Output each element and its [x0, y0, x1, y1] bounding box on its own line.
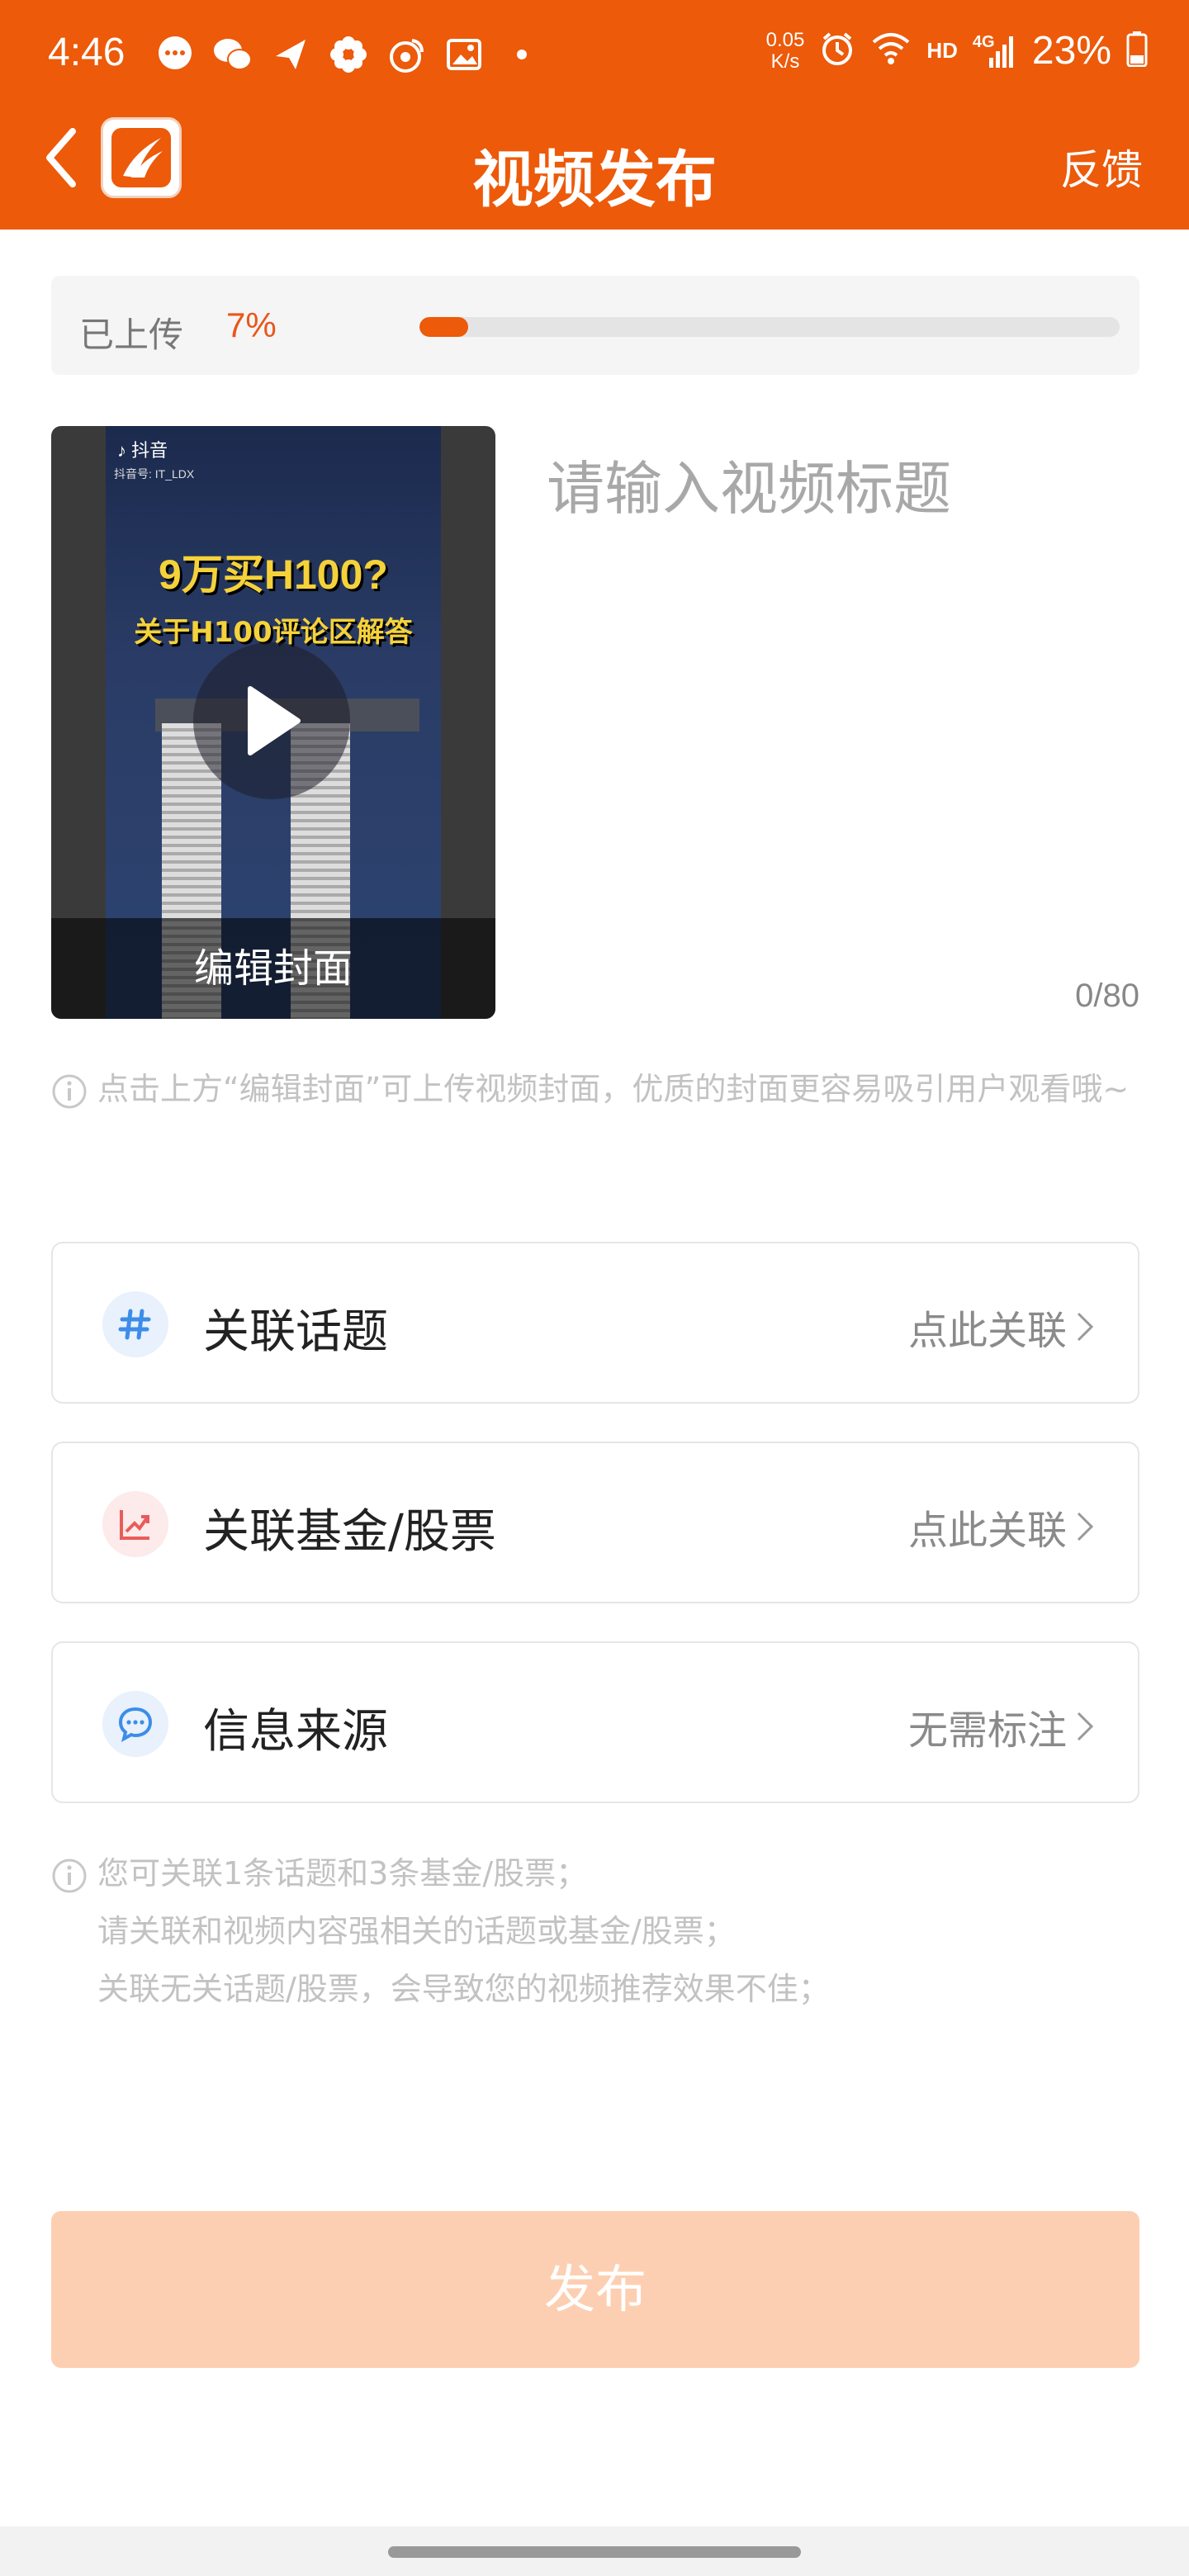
chat-bubble-icon: [102, 1691, 168, 1757]
message-icon: [154, 33, 197, 76]
notification-icons: [154, 33, 543, 76]
play-button[interactable]: [193, 642, 350, 799]
page-title: 视频发布: [472, 144, 717, 215]
cover-tip: 点击上方“编辑封面”可上传视频封面，优质的封面更容易吸引用户观看哦~: [51, 1060, 1166, 1118]
battery-icon: [1126, 31, 1148, 71]
play-icon: [248, 686, 301, 755]
upload-progress-card: 已上传 7%: [51, 276, 1139, 375]
related-fund-label: 关联基金/股票: [203, 1505, 496, 1559]
trend-chart-icon: [102, 1491, 168, 1557]
tiktok-label: 抖音: [131, 440, 168, 461]
tiktok-icon: ♪: [117, 440, 126, 461]
feedback-button[interactable]: 反馈: [1060, 137, 1143, 197]
speed-value: 0.05: [765, 28, 805, 51]
status-right: 0.05 K/s HD 4G 23%: [766, 28, 1148, 73]
hd-label: HD: [926, 38, 958, 63]
info-icon: [52, 1074, 87, 1109]
tiktok-id: 抖音号: IT_LDX: [114, 467, 195, 481]
related-fund-row[interactable]: 关联基金/股票 点此关联: [51, 1442, 1139, 1603]
link-tips: 您可关联1条话题和3条基金/股票； 请关联和视频内容强相关的话题或基金/股票； …: [51, 1844, 1166, 2018]
upload-progress-fill: [419, 317, 469, 337]
flower-icon: [327, 33, 370, 76]
wifi-icon: [870, 31, 912, 71]
battery-percent: 23%: [1031, 29, 1111, 73]
cover-tip-text: 点击上方“编辑封面”可上传视频封面，优质的封面更容易吸引用户观看哦~: [97, 1071, 1130, 1107]
network-speed: 0.05 K/s: [765, 28, 805, 73]
title-char-count: 0/80: [1075, 978, 1139, 1014]
wechat-icon: [211, 33, 254, 76]
related-topic-row[interactable]: 关联话题 点此关联: [51, 1242, 1139, 1404]
info-source-action[interactable]: 无需标注: [908, 1698, 1095, 1755]
chevron-right-icon: [1077, 1312, 1094, 1342]
info-source-row[interactable]: 信息来源 无需标注: [51, 1641, 1139, 1803]
speed-unit: K/s: [770, 50, 800, 73]
link-tip-line-3: 关联无关话题/股票，会导致您的视频推荐效果不佳；: [97, 1971, 830, 2007]
related-fund-action-text: 点此关联: [907, 1508, 1067, 1554]
video-title-input[interactable]: 请输入视频标题: [547, 443, 1141, 971]
related-topic-action[interactable]: 点此关联: [908, 1298, 1095, 1356]
gallery-icon: [443, 33, 486, 76]
link-tip-line-1: 您可关联1条话题和3条基金/股票；: [97, 1855, 588, 1892]
related-fund-action[interactable]: 点此关联: [908, 1498, 1095, 1556]
send-app-icon: [269, 33, 312, 76]
cover-headline: 9万买H100?: [159, 552, 388, 598]
status-bar: 4:46 0.05 K/s HD 4G 23%: [0, 0, 1189, 116]
status-time: 4:46: [48, 31, 126, 74]
alarm-icon: [819, 31, 855, 71]
edit-cover-button[interactable]: 编辑封面: [51, 918, 495, 1019]
weibo-icon: [385, 33, 428, 76]
tiktok-badge: ♪ 抖音: [117, 436, 168, 462]
dot-icon: [500, 33, 543, 76]
chevron-right-icon: [1077, 1712, 1094, 1741]
info-source-label: 信息来源: [203, 1705, 388, 1759]
chevron-right-icon: [1077, 1512, 1094, 1541]
upload-progress-bar: [419, 317, 1120, 337]
video-cover[interactable]: ♪ 抖音 抖音号: IT_LDX 9万买H100? 关于H100评论区解答 编辑…: [51, 426, 495, 1019]
hashtag-icon: [102, 1291, 168, 1357]
link-tip-line-2: 请关联和视频内容强相关的话题或基金/股票；: [97, 1913, 736, 1949]
publish-button[interactable]: 发布: [51, 2211, 1139, 2368]
info-icon: [52, 1859, 87, 1893]
info-source-action-text: 无需标注: [907, 1707, 1067, 1754]
signal-icon: 4G: [973, 33, 1017, 69]
upload-percent: 7%: [226, 305, 277, 344]
related-topic-action-text: 点此关联: [907, 1308, 1067, 1354]
upload-label: 已上传: [79, 315, 184, 355]
related-topic-label: 关联话题: [203, 1305, 388, 1359]
home-indicator[interactable]: [388, 2546, 801, 2558]
